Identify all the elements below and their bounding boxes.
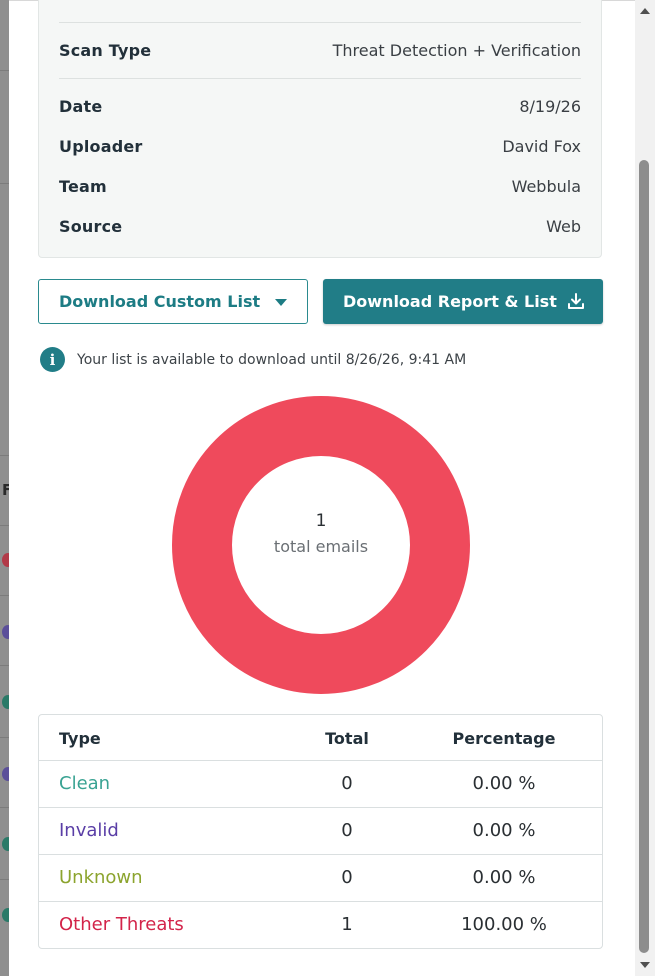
total-cell: 1 <box>341 914 353 935</box>
download-custom-list-label: Download Custom List <box>59 292 261 311</box>
divider <box>0 455 9 456</box>
download-availability-notice: i Your list is available to download unt… <box>40 347 466 372</box>
percentage-cell: 100.00 % <box>461 914 547 935</box>
type-cell: Other Threats <box>59 914 184 935</box>
donut-center-label: 1 total emails <box>169 511 473 556</box>
detail-label: Scan Type <box>59 40 152 60</box>
table-row: Clean 0 0.00 % <box>39 760 602 807</box>
scan-details-box: Scan Type Threat Detection + Verificatio… <box>38 0 602 258</box>
scroll-down-arrow-icon[interactable] <box>640 962 650 968</box>
detail-label: Team <box>59 176 107 196</box>
scroll-up-arrow-icon[interactable] <box>640 8 650 14</box>
notice-text: Your list is available to download until… <box>77 351 467 368</box>
table-header-row: Type Total Percentage <box>39 715 602 760</box>
type-cell: Invalid <box>59 820 119 841</box>
detail-row-scan-type: Scan Type Threat Detection + Verificatio… <box>59 39 581 61</box>
download-custom-list-button[interactable]: Download Custom List <box>38 279 308 324</box>
vertical-scrollbar[interactable] <box>635 0 655 976</box>
divider <box>0 807 9 808</box>
total-emails-count: 1 <box>315 511 327 531</box>
detail-label: Date <box>59 96 103 116</box>
type-cell: Clean <box>59 773 111 794</box>
download-report-list-button[interactable]: Download Report & List <box>323 279 603 324</box>
detail-label: Uploader <box>59 136 143 156</box>
divider <box>0 525 9 526</box>
detail-value: Webbula <box>511 176 581 196</box>
table-row: Other Threats 1 100.00 % <box>39 901 602 948</box>
download-report-list-label: Download Report & List <box>343 292 557 311</box>
background-page: F <box>0 0 14 976</box>
detail-label: Source <box>59 216 123 236</box>
total-cell: 0 <box>341 773 353 794</box>
download-icon <box>568 293 584 309</box>
divider <box>0 183 9 184</box>
detail-value: 8/19/26 <box>519 96 581 116</box>
total-emails-label: total emails <box>273 537 369 556</box>
scrollbar-thumb[interactable] <box>639 160 649 953</box>
divider <box>59 78 581 79</box>
scan-details-panel: Scan Type Threat Detection + Verificatio… <box>9 0 635 977</box>
info-icon: i <box>40 347 65 372</box>
percentage-cell: 0.00 % <box>472 820 536 841</box>
caret-down-icon <box>275 299 287 306</box>
column-header-total: Total <box>325 729 369 748</box>
divider <box>0 70 9 71</box>
divider <box>0 879 9 880</box>
divider <box>0 595 9 596</box>
detail-value: Web <box>546 216 581 236</box>
detail-row-team: Team Webbula <box>59 175 581 197</box>
divider <box>59 22 581 23</box>
email-type-table: Type Total Percentage Clean 0 0.00 % Inv… <box>38 714 603 949</box>
detail-row-date: Date 8/19/26 <box>59 95 581 117</box>
column-header-type: Type <box>59 729 101 748</box>
detail-value: David Fox <box>502 136 581 156</box>
total-cell: 0 <box>341 867 353 888</box>
detail-value: Threat Detection + Verification <box>332 40 581 60</box>
table-row: Invalid 0 0.00 % <box>39 807 602 854</box>
column-header-percentage: Percentage <box>452 729 556 748</box>
percentage-cell: 0.00 % <box>472 867 536 888</box>
detail-row-source: Source Web <box>59 215 581 237</box>
percentage-cell: 0.00 % <box>472 773 536 794</box>
divider <box>0 665 9 666</box>
type-cell: Unknown <box>59 867 143 888</box>
divider <box>0 737 9 738</box>
table-row: Unknown 0 0.00 % <box>39 854 602 901</box>
total-cell: 0 <box>341 820 353 841</box>
detail-row-uploader: Uploader David Fox <box>59 135 581 157</box>
